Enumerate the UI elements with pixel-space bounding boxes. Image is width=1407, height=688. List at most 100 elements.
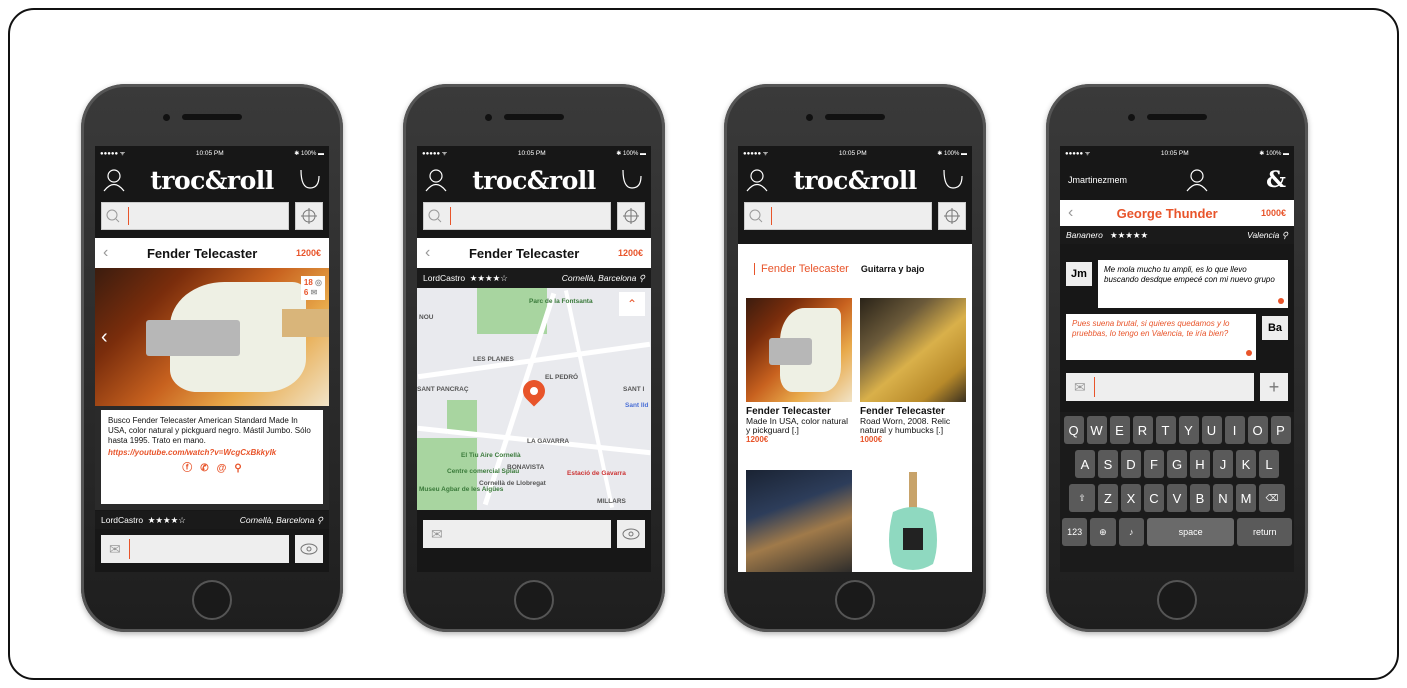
key-m[interactable]: M: [1236, 484, 1256, 512]
back-icon[interactable]: ‹: [103, 244, 108, 262]
signal-indicator: ●●●●● ᯤ: [422, 151, 448, 157]
key-j[interactable]: J: [1213, 450, 1233, 478]
seller-name[interactable]: LordCastro: [423, 273, 465, 283]
user-icon[interactable]: [425, 168, 447, 192]
key-i[interactable]: I: [1224, 416, 1245, 444]
key-f[interactable]: F: [1144, 450, 1164, 478]
user-icon[interactable]: [103, 168, 125, 192]
app-logo: troc&roll: [150, 165, 274, 195]
search-input[interactable]: [423, 202, 611, 230]
envelope-icon: ✉: [109, 540, 121, 557]
message-input[interactable]: ✉: [423, 520, 611, 548]
keyboard-row-4: 123 ⊕ ♪ space return: [1062, 518, 1292, 546]
location-button[interactable]: [938, 202, 966, 230]
watch-button[interactable]: [617, 520, 645, 548]
map[interactable]: NOU Parc de la Fontsanta LES PLANES SANT…: [417, 288, 651, 510]
key-v[interactable]: V: [1167, 484, 1187, 512]
numbers-key[interactable]: 123: [1062, 518, 1088, 546]
key-w[interactable]: W: [1086, 416, 1107, 444]
key-l[interactable]: L: [1259, 450, 1279, 478]
attach-button[interactable]: +: [1260, 373, 1288, 401]
key-n[interactable]: N: [1213, 484, 1233, 512]
partner-name[interactable]: Bananero: [1066, 230, 1103, 240]
facebook-icon[interactable]: ⓕ: [182, 464, 192, 474]
signal-indicator: ●●●●● ᯤ: [1065, 151, 1091, 157]
user-icon[interactable]: [746, 168, 768, 192]
return-key[interactable]: return: [1237, 518, 1292, 546]
key-s[interactable]: S: [1098, 450, 1118, 478]
message-row: ✉: [417, 512, 651, 556]
tab-fender-telecaster[interactable]: Fender Telecaster: [754, 263, 849, 275]
key-h[interactable]: H: [1190, 450, 1210, 478]
shift-key[interactable]: ⇧: [1069, 484, 1095, 512]
email-at-icon[interactable]: @: [217, 464, 227, 474]
whatsapp-icon[interactable]: ✆: [200, 464, 208, 474]
chat-input[interactable]: ✉: [1066, 373, 1254, 401]
video-link[interactable]: https://youtube.com/watch?v=WcgCxBkkyIk: [108, 448, 276, 457]
listing-card[interactable]: [746, 470, 852, 572]
key-q[interactable]: Q: [1063, 416, 1084, 444]
key-a[interactable]: A: [1075, 450, 1095, 478]
camera: [806, 114, 813, 121]
key-u[interactable]: U: [1201, 416, 1222, 444]
status-bar: ●●●●● ᯤ 10:05 PM ✱ 100% ▬: [417, 146, 651, 160]
camera: [485, 114, 492, 121]
key-p[interactable]: P: [1270, 416, 1291, 444]
collapse-map-button[interactable]: ⌃: [619, 292, 645, 316]
home-button[interactable]: [192, 580, 232, 620]
listing-card[interactable]: [860, 470, 966, 572]
key-d[interactable]: D: [1121, 450, 1141, 478]
back-icon[interactable]: ‹: [425, 244, 430, 262]
microphone-icon[interactable]: ♪: [1118, 518, 1144, 546]
search-input[interactable]: [744, 202, 932, 230]
prev-photo-icon[interactable]: ‹: [101, 326, 108, 349]
message-input[interactable]: ✉: [101, 535, 289, 563]
listing-card[interactable]: Fender Telecaster Road Worn, 2008. Relic…: [860, 298, 966, 444]
envelope-icon: ✉: [431, 525, 443, 542]
home-button[interactable]: [1157, 580, 1197, 620]
key-z[interactable]: Z: [1098, 484, 1118, 512]
key-x[interactable]: X: [1121, 484, 1141, 512]
globe-icon[interactable]: ⊕: [1090, 518, 1116, 546]
key-k[interactable]: K: [1236, 450, 1256, 478]
app-logo-small: &: [1266, 167, 1286, 193]
screen: ●●●●● ᯤ 10:05 PM ✱ 100% ▬ troc&roll ‹ Fe…: [95, 146, 329, 572]
menu-icon[interactable]: [942, 168, 964, 192]
key-b[interactable]: B: [1190, 484, 1210, 512]
location-button[interactable]: [617, 202, 645, 230]
seller-location: Cornellà, Barcelona: [239, 514, 315, 525]
menu-icon[interactable]: [621, 168, 643, 192]
search-input[interactable]: [101, 202, 289, 230]
link-icon[interactable]: ⚲: [234, 464, 241, 474]
avatar[interactable]: Jm: [1066, 262, 1092, 286]
space-key[interactable]: space: [1146, 518, 1235, 546]
key-o[interactable]: O: [1247, 416, 1268, 444]
backspace-key[interactable]: ⌫: [1259, 484, 1285, 512]
key-y[interactable]: Y: [1178, 416, 1199, 444]
back-icon[interactable]: ‹: [1068, 204, 1073, 222]
listing-card[interactable]: Fender Telecaster Made In USA, color nat…: [746, 298, 852, 444]
menu-icon[interactable]: [299, 168, 321, 192]
key-g[interactable]: G: [1167, 450, 1187, 478]
user-icon[interactable]: [1186, 168, 1208, 192]
tab-guitarra-y-bajo[interactable]: Guitarra y bajo: [861, 264, 925, 274]
seller-name[interactable]: LordCastro: [101, 515, 143, 525]
key-r[interactable]: R: [1132, 416, 1153, 444]
home-button[interactable]: [835, 580, 875, 620]
listing-tabs: Fender Telecaster Guitarra y bajo: [738, 244, 972, 284]
watch-button[interactable]: [295, 535, 323, 563]
product-photo[interactable]: 18 ◎ 6 ✉ ‹: [95, 268, 329, 406]
chat-input-row: ✉ +: [1060, 370, 1294, 404]
speaker: [182, 114, 242, 120]
key-t[interactable]: T: [1155, 416, 1176, 444]
key-e[interactable]: E: [1109, 416, 1130, 444]
unread-dot: [1246, 350, 1252, 356]
clock: 10:05 PM: [517, 149, 546, 157]
home-button[interactable]: [514, 580, 554, 620]
key-c[interactable]: C: [1144, 484, 1164, 512]
location-button[interactable]: [295, 202, 323, 230]
avatar[interactable]: Ba: [1262, 316, 1288, 340]
map-label: EL PEDRÓ: [545, 374, 579, 381]
map-label: NOU: [419, 314, 434, 321]
product-title: Fender Telecaster: [146, 245, 258, 261]
